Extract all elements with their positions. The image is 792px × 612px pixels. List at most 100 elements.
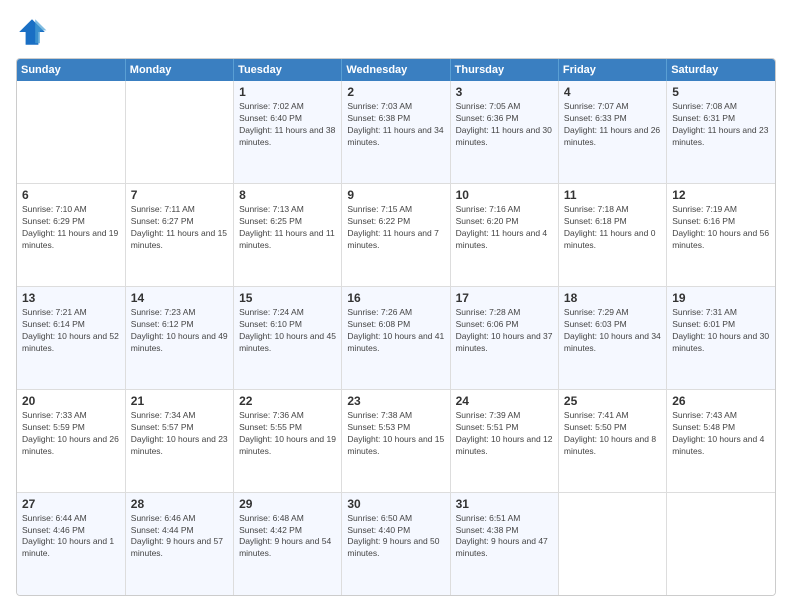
calendar-cell: 18 Sunrise: 7:29 AMSunset: 6:03 PMDayligh… <box>558 287 666 390</box>
calendar-cell: 30 Sunrise: 6:50 AMSunset: 4:40 PMDayligh… <box>342 492 450 595</box>
day-of-week-saturday: Saturday <box>667 59 775 81</box>
day-info: Sunrise: 7:23 AMSunset: 6:12 PMDaylight:… <box>131 307 228 355</box>
calendar-cell: 6Sunrise: 7:10 AMSunset: 6:29 PMDaylight… <box>17 184 125 287</box>
day-number: 2 <box>347 85 444 99</box>
logo-icon <box>16 16 48 48</box>
calendar-cell: 19 Sunrise: 7:31 AMSunset: 6:01 PMDayligh… <box>667 287 775 390</box>
week-row-2: 6Sunrise: 7:10 AMSunset: 6:29 PMDaylight… <box>17 184 775 287</box>
day-info: Sunrise: 7:31 AMSunset: 6:01 PMDaylight:… <box>672 307 770 355</box>
day-number: 8 <box>239 188 336 202</box>
calendar-cell <box>667 492 775 595</box>
day-of-week-thursday: Thursday <box>450 59 558 81</box>
day-info: Sunrise: 7:21 AMSunset: 6:14 PMDaylight:… <box>22 307 120 355</box>
day-info: Sunrise: 7:28 AMSunset: 6:06 PMDaylight:… <box>456 307 553 355</box>
day-number: 30 <box>347 497 444 511</box>
header <box>16 16 776 48</box>
day-info: Sunrise: 7:13 AMSunset: 6:25 PMDaylight:… <box>239 204 336 252</box>
day-info: Sunrise: 7:05 AMSunset: 6:36 PMDaylight:… <box>456 101 553 149</box>
day-info: Sunrise: 7:18 AMSunset: 6:18 PMDaylight:… <box>564 204 661 252</box>
day-number: 29 <box>239 497 336 511</box>
day-info: Sunrise: 7:24 AMSunset: 6:10 PMDaylight:… <box>239 307 336 355</box>
calendar-cell: 15 Sunrise: 7:24 AMSunset: 6:10 PMDayligh… <box>234 287 342 390</box>
day-of-week-monday: Monday <box>125 59 233 81</box>
day-number: 28 <box>131 497 228 511</box>
day-info: Sunrise: 6:48 AMSunset: 4:42 PMDaylight:… <box>239 513 336 561</box>
calendar-cell: 9 Sunrise: 7:15 AMSunset: 6:22 PMDaylight… <box>342 184 450 287</box>
calendar-table: SundayMondayTuesdayWednesdayThursdayFrid… <box>17 59 775 595</box>
day-info: Sunrise: 6:50 AMSunset: 4:40 PMDaylight:… <box>347 513 444 561</box>
calendar-cell: 27 Sunrise: 6:44 AMSunset: 4:46 PMDayligh… <box>17 492 125 595</box>
calendar-cell: 1Sunrise: 7:02 AMSunset: 6:40 PMDaylight… <box>234 81 342 184</box>
day-number: 3 <box>456 85 553 99</box>
day-number: 24 <box>456 394 553 408</box>
calendar-cell: 24Sunrise: 7:39 AMSunset: 5:51 PMDayligh… <box>450 389 558 492</box>
week-row-3: 13 Sunrise: 7:21 AMSunset: 6:14 PMDayligh… <box>17 287 775 390</box>
day-info: Sunrise: 7:34 AMSunset: 5:57 PMDaylight:… <box>131 410 228 458</box>
day-info: Sunrise: 7:07 AMSunset: 6:33 PMDaylight:… <box>564 101 661 149</box>
calendar-cell: 29 Sunrise: 6:48 AMSunset: 4:42 PMDayligh… <box>234 492 342 595</box>
day-number: 18 <box>564 291 661 305</box>
day-info: Sunrise: 6:51 AMSunset: 4:38 PMDaylight:… <box>456 513 553 561</box>
day-info: Sunrise: 7:43 AMSunset: 5:48 PMDaylight:… <box>672 410 770 458</box>
day-info: Sunrise: 7:15 AMSunset: 6:22 PMDaylight:… <box>347 204 444 252</box>
week-row-4: 20 Sunrise: 7:33 AMSunset: 5:59 PMDayligh… <box>17 389 775 492</box>
calendar-cell: 25Sunrise: 7:41 AMSunset: 5:50 PMDayligh… <box>558 389 666 492</box>
calendar-cell <box>558 492 666 595</box>
calendar-cell: 7Sunrise: 7:11 AMSunset: 6:27 PMDaylight… <box>125 184 233 287</box>
day-of-week-friday: Friday <box>558 59 666 81</box>
day-number: 1 <box>239 85 336 99</box>
day-number: 26 <box>672 394 770 408</box>
day-number: 15 <box>239 291 336 305</box>
calendar-cell: 2 Sunrise: 7:03 AMSunset: 6:38 PMDaylight… <box>342 81 450 184</box>
day-number: 12 <box>672 188 770 202</box>
calendar-cell: 8 Sunrise: 7:13 AMSunset: 6:25 PMDaylight… <box>234 184 342 287</box>
day-number: 5 <box>672 85 770 99</box>
calendar-cell <box>125 81 233 184</box>
calendar-cell: 23 Sunrise: 7:38 AMSunset: 5:53 PMDayligh… <box>342 389 450 492</box>
day-number: 16 <box>347 291 444 305</box>
calendar-cell: 4Sunrise: 7:07 AMSunset: 6:33 PMDaylight… <box>558 81 666 184</box>
day-number: 19 <box>672 291 770 305</box>
day-number: 23 <box>347 394 444 408</box>
calendar-cell: 16 Sunrise: 7:26 AMSunset: 6:08 PMDayligh… <box>342 287 450 390</box>
page: SundayMondayTuesdayWednesdayThursdayFrid… <box>0 0 792 612</box>
calendar-cell: 14 Sunrise: 7:23 AMSunset: 6:12 PMDayligh… <box>125 287 233 390</box>
calendar-cell: 21 Sunrise: 7:34 AMSunset: 5:57 PMDayligh… <box>125 389 233 492</box>
day-number: 21 <box>131 394 228 408</box>
day-of-week-sunday: Sunday <box>17 59 125 81</box>
calendar-header-row: SundayMondayTuesdayWednesdayThursdayFrid… <box>17 59 775 81</box>
day-info: Sunrise: 7:08 AMSunset: 6:31 PMDaylight:… <box>672 101 770 149</box>
calendar-cell: 22 Sunrise: 7:36 AMSunset: 5:55 PMDayligh… <box>234 389 342 492</box>
day-number: 27 <box>22 497 120 511</box>
calendar-cell: 10 Sunrise: 7:16 AMSunset: 6:20 PMDayligh… <box>450 184 558 287</box>
day-number: 11 <box>564 188 661 202</box>
day-info: Sunrise: 7:16 AMSunset: 6:20 PMDaylight:… <box>456 204 553 252</box>
day-number: 13 <box>22 291 120 305</box>
day-info: Sunrise: 7:38 AMSunset: 5:53 PMDaylight:… <box>347 410 444 458</box>
day-info: Sunrise: 7:26 AMSunset: 6:08 PMDaylight:… <box>347 307 444 355</box>
calendar-cell: 3 Sunrise: 7:05 AMSunset: 6:36 PMDaylight… <box>450 81 558 184</box>
day-number: 20 <box>22 394 120 408</box>
day-info: Sunrise: 7:19 AMSunset: 6:16 PMDaylight:… <box>672 204 770 252</box>
day-number: 7 <box>131 188 228 202</box>
day-number: 9 <box>347 188 444 202</box>
day-number: 14 <box>131 291 228 305</box>
day-info: Sunrise: 7:41 AMSunset: 5:50 PMDaylight:… <box>564 410 661 458</box>
day-info: Sunrise: 6:44 AMSunset: 4:46 PMDaylight:… <box>22 513 120 561</box>
day-info: Sunrise: 7:29 AMSunset: 6:03 PMDaylight:… <box>564 307 661 355</box>
day-of-week-tuesday: Tuesday <box>234 59 342 81</box>
day-info: Sunrise: 7:10 AMSunset: 6:29 PMDaylight:… <box>22 204 120 252</box>
day-info: Sunrise: 7:03 AMSunset: 6:38 PMDaylight:… <box>347 101 444 149</box>
calendar-cell: 17 Sunrise: 7:28 AMSunset: 6:06 PMDayligh… <box>450 287 558 390</box>
day-number: 17 <box>456 291 553 305</box>
day-info: Sunrise: 7:36 AMSunset: 5:55 PMDaylight:… <box>239 410 336 458</box>
week-row-5: 27 Sunrise: 6:44 AMSunset: 4:46 PMDayligh… <box>17 492 775 595</box>
day-number: 10 <box>456 188 553 202</box>
calendar: SundayMondayTuesdayWednesdayThursdayFrid… <box>16 58 776 596</box>
calendar-cell: 28 Sunrise: 6:46 AMSunset: 4:44 PMDayligh… <box>125 492 233 595</box>
day-number: 22 <box>239 394 336 408</box>
day-info: Sunrise: 6:46 AMSunset: 4:44 PMDaylight:… <box>131 513 228 561</box>
calendar-cell: 13 Sunrise: 7:21 AMSunset: 6:14 PMDayligh… <box>17 287 125 390</box>
day-info: Sunrise: 7:33 AMSunset: 5:59 PMDaylight:… <box>22 410 120 458</box>
calendar-cell: 12 Sunrise: 7:19 AMSunset: 6:16 PMDayligh… <box>667 184 775 287</box>
